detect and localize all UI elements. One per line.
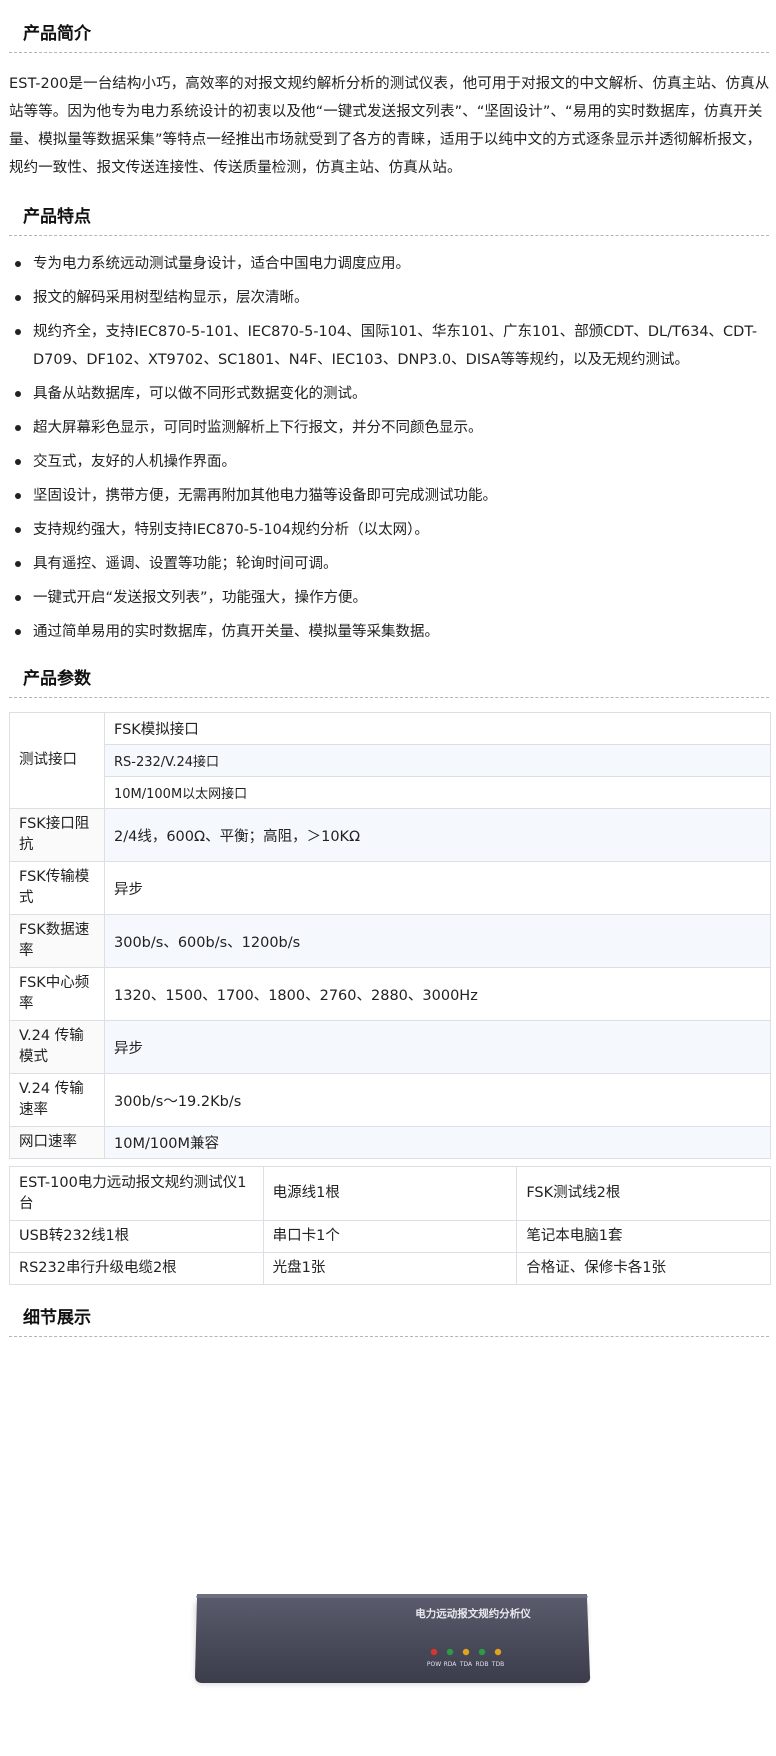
feature-item: 规约齐全，支持IEC870-5-101、IEC870-5-104、国际101、华… <box>9 318 771 374</box>
device-illustration: 电力远动报文规约分析仪 POW RDA TDA RDB TDB <box>195 1594 591 1684</box>
package-item: 串口卡1个 <box>262 1220 518 1253</box>
params-section: 产品参数 <box>9 667 769 698</box>
package-item: 光盘1张 <box>262 1252 518 1285</box>
features-list: 专为电力系统远动测试量身设计，适合中国电力调度应用。 报文的解码采用树型结构显示… <box>9 250 771 652</box>
product-page: 产品简介 EST-200是一台结构小巧，高效率的对报文规约解析分析的测试仪表，他… <box>0 0 776 1756</box>
table-row: FSK中心频率 1320、1500、1700、1800、2760、2880、30… <box>9 967 771 1021</box>
param-key: V.24 传输速率 <box>9 1073 105 1127</box>
table-row: USB转232线1根 串口卡1个 笔记本电脑1套 <box>9 1220 771 1253</box>
feature-item: 通过简单易用的实时数据库，仿真开关量、模拟量等采集数据。 <box>9 618 771 646</box>
features-title: 产品特点 <box>9 205 769 236</box>
params-table: 测试接口 FSK模拟接口 RS-232/V.24接口 10M/100M以太网接口… <box>9 712 771 1159</box>
package-item: 电源线1根 <box>262 1166 518 1221</box>
param-interface-value: 10M/100M以太网接口 <box>104 776 771 809</box>
package-item: USB转232线1根 <box>9 1220 264 1253</box>
param-value: 异步 <box>104 861 771 915</box>
package-item: EST-100电力远动报文规约测试仪1台 <box>9 1166 264 1221</box>
table-row: FSK接口阻抗 2/4线，600Ω、平衡；高阻，＞10KΩ <box>9 808 771 862</box>
feature-item: 坚固设计，携带方便，无需再附加其他电力猫等设备即可完成测试功能。 <box>9 482 771 510</box>
led-rdb-light <box>478 1648 486 1656</box>
intro-title: 产品简介 <box>9 22 769 53</box>
details-section: 细节展示 <box>9 1306 769 1337</box>
package-item: 笔记本电脑1套 <box>516 1220 771 1253</box>
intro-text: EST-200是一台结构小巧，高效率的对报文规约解析分析的测试仪表，他可用于对报… <box>9 76 770 176</box>
device-photo: 电力远动报文规约分析仪 POW RDA TDA RDB TDB <box>9 1360 771 1740</box>
table-row: EST-100电力远动报文规约测试仪1台 电源线1根 FSK测试线2根 <box>9 1166 771 1221</box>
feature-item: 交互式，友好的人机操作界面。 <box>9 448 771 476</box>
param-key: FSK接口阻抗 <box>9 808 105 862</box>
led-label: RDB <box>476 1661 489 1668</box>
led-tda-light <box>462 1648 470 1656</box>
param-key: FSK传输模式 <box>9 861 105 915</box>
param-value: 2/4线，600Ω、平衡；高阻，＞10KΩ <box>104 808 771 862</box>
param-interface-value: FSK模拟接口 <box>104 712 771 745</box>
features-section: 产品特点 <box>9 205 769 236</box>
led-label: TDB <box>491 1661 504 1668</box>
table-row: RS232串行升级电缆2根 光盘1张 合格证、保修卡各1张 <box>9 1252 771 1285</box>
device-label: 电力远动报文规约分析仪 <box>415 1607 531 1620</box>
table-row: V.24 传输速率 300b/s～19.2Kb/s <box>9 1073 771 1127</box>
feature-item: 报文的解码采用树型结构显示，层次清晰。 <box>9 284 771 312</box>
param-key: FSK中心频率 <box>9 967 105 1021</box>
feature-item: 具有遥控、遥调、设置等功能；轮询时间可调。 <box>9 550 771 578</box>
table-row: FSK数据速率 300b/s、600b/s、1200b/s <box>9 914 771 968</box>
feature-item: 支持规约强大，特别支持IEC870-5-104规约分析（以太网）。 <box>9 516 771 544</box>
led-pow-light <box>430 1648 438 1656</box>
device-top-edge <box>197 1594 587 1598</box>
table-row: 测试接口 FSK模拟接口 <box>9 712 771 809</box>
param-value: 10M/100M兼容 <box>104 1126 771 1159</box>
param-key: V.24 传输模式 <box>9 1020 105 1074</box>
led-rda-light <box>446 1648 454 1656</box>
led-label: RDA <box>444 1661 458 1668</box>
package-table: EST-100电力远动报文规约测试仪1台 电源线1根 FSK测试线2根 USB转… <box>9 1166 771 1285</box>
feature-item: 具备从站数据库，可以做不同形式数据变化的测试。 <box>9 380 771 408</box>
table-row: V.24 传输模式 异步 <box>9 1020 771 1074</box>
package-item: RS232串行升级电缆2根 <box>9 1252 264 1285</box>
params-title: 产品参数 <box>9 667 769 698</box>
intro-section: 产品简介 <box>9 22 769 53</box>
param-value: 异步 <box>104 1020 771 1074</box>
device-body <box>195 1594 591 1683</box>
led-tdb-light <box>494 1648 502 1656</box>
package-item: 合格证、保修卡各1张 <box>516 1252 771 1285</box>
led-label: POW <box>427 1661 441 1668</box>
param-key: 网口速率 <box>9 1126 105 1159</box>
param-value: 1320、1500、1700、1800、2760、2880、3000Hz <box>104 967 771 1021</box>
feature-item: 一键式开启“发送报文列表”，功能强大，操作方便。 <box>9 584 771 612</box>
param-value: 300b/s～19.2Kb/s <box>104 1073 771 1127</box>
feature-item: 专为电力系统远动测试量身设计，适合中国电力调度应用。 <box>9 250 771 278</box>
param-value: 300b/s、600b/s、1200b/s <box>104 914 771 968</box>
table-row: 10M/100M以太网接口 <box>10 776 771 809</box>
details-title: 细节展示 <box>9 1306 769 1337</box>
table-row: FSK传输模式 异步 <box>9 861 771 915</box>
package-item: FSK测试线2根 <box>516 1166 771 1221</box>
led-label: TDA <box>459 1661 473 1668</box>
table-row: 网口速率 10M/100M兼容 <box>9 1126 771 1159</box>
feature-item: 超大屏幕彩色显示，可同时监测解析上下行报文，并分不同颜色显示。 <box>9 414 771 442</box>
param-key: FSK数据速率 <box>9 914 105 968</box>
param-key-interface: 测试接口 <box>9 712 105 809</box>
param-interface-value: RS-232/V.24接口 <box>104 744 771 777</box>
table-row: RS-232/V.24接口 <box>10 744 771 777</box>
